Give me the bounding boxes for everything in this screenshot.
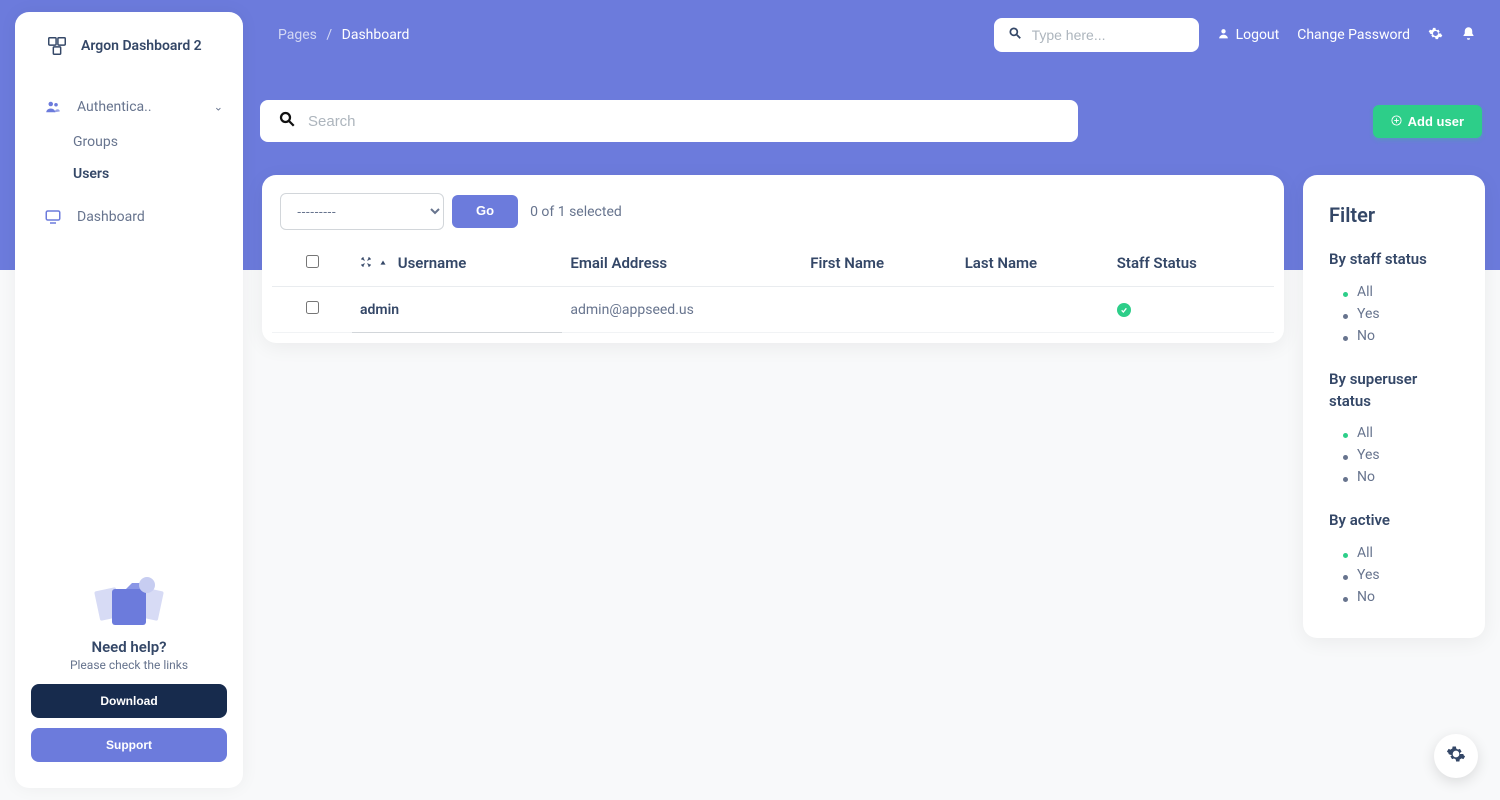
sidebar-item-label: Dashboard: [77, 209, 145, 225]
filter-option[interactable]: Yes: [1343, 303, 1459, 325]
filter-option[interactable]: All: [1343, 281, 1459, 303]
filter-option[interactable]: Yes: [1343, 564, 1459, 586]
bell-icon[interactable]: [1461, 26, 1476, 45]
top-search-input[interactable]: [1032, 27, 1185, 43]
table-row[interactable]: admin admin@appseed.us: [272, 287, 1274, 333]
bulk-action-row: --------- Go 0 of 1 selected: [272, 193, 1274, 240]
help-title: Need help?: [31, 638, 227, 656]
filter-group-active: By active All Yes No: [1329, 510, 1459, 608]
row-checkbox[interactable]: [306, 301, 319, 314]
sidebar-help: Need help? Please check the links Downlo…: [15, 570, 243, 788]
filter-group-label: By staff status: [1329, 249, 1459, 271]
sort-asc-icon: [378, 254, 388, 272]
support-button[interactable]: Support: [31, 728, 227, 762]
filter-group-label: By active: [1329, 510, 1459, 532]
help-illustration-icon: [89, 570, 169, 630]
filter-option[interactable]: No: [1343, 586, 1459, 608]
top-search[interactable]: [994, 18, 1199, 52]
plus-icon: [1391, 114, 1402, 129]
select-all-header: [272, 240, 352, 287]
filter-option[interactable]: No: [1343, 325, 1459, 347]
search-icon: [278, 110, 296, 132]
go-button[interactable]: Go: [452, 195, 518, 228]
settings-icon[interactable]: [1428, 26, 1443, 45]
sidebar-item-dashboard[interactable]: Dashboard: [23, 198, 235, 236]
cell-username[interactable]: admin: [352, 287, 562, 333]
check-circle-icon: [1117, 303, 1131, 317]
logout-label: Logout: [1236, 27, 1280, 43]
filter-group-superuser-status: By superuser status All Yes No: [1329, 369, 1459, 489]
filter-title: Filter: [1329, 203, 1459, 227]
col-last-name[interactable]: Last Name: [957, 240, 1109, 287]
search-icon: [1008, 26, 1022, 44]
breadcrumb-current: Dashboard: [342, 27, 410, 43]
bulk-action-select[interactable]: ---------: [280, 193, 444, 230]
settings-fab[interactable]: [1434, 734, 1478, 778]
users-group-icon: [41, 98, 65, 116]
users-table: Username Email Address First Name Last N…: [272, 240, 1274, 333]
table-card: --------- Go 0 of 1 selected: [262, 175, 1284, 343]
col-username[interactable]: Username: [352, 240, 562, 287]
col-staff-status[interactable]: Staff Status: [1109, 240, 1274, 287]
cell-last-name: [957, 287, 1109, 333]
filter-group-staff-status: By staff status All Yes No: [1329, 249, 1459, 347]
filter-option[interactable]: All: [1343, 542, 1459, 564]
chevron-down-icon: ⌄: [214, 101, 223, 114]
selection-count: 0 of 1 selected: [530, 204, 622, 220]
sidebar-item-users[interactable]: Users: [73, 158, 235, 190]
sidebar-subnav: Groups Users: [23, 126, 235, 190]
main-search[interactable]: [260, 100, 1078, 142]
download-button[interactable]: Download: [31, 684, 227, 718]
brand-logo-icon: [45, 34, 69, 58]
filter-group-label: By superuser status: [1329, 369, 1459, 413]
filter-option[interactable]: No: [1343, 466, 1459, 488]
sidebar-item-label: Authentica..: [77, 99, 152, 115]
monitor-icon: [41, 208, 65, 226]
col-email[interactable]: Email Address: [562, 240, 802, 287]
cell-email: admin@appseed.us: [562, 287, 802, 333]
sidebar-nav: Authentica.. ⌄ Groups Users Dashboard: [15, 88, 243, 570]
logout-link[interactable]: Logout: [1217, 27, 1280, 44]
topbar: Pages / Dashboard Logout Change Password: [278, 18, 1476, 52]
filter-option[interactable]: Yes: [1343, 444, 1459, 466]
search-row: Add user: [260, 100, 1482, 142]
breadcrumb-separator: /: [326, 27, 332, 43]
breadcrumb-root[interactable]: Pages: [278, 27, 317, 43]
add-user-button[interactable]: Add user: [1373, 105, 1482, 138]
select-all-checkbox[interactable]: [306, 255, 319, 268]
change-password-link[interactable]: Change Password: [1297, 27, 1410, 43]
table-header-row: Username Email Address First Name Last N…: [272, 240, 1274, 287]
breadcrumb: Pages / Dashboard: [278, 27, 409, 43]
sidebar: Argon Dashboard 2 Authentica.. ⌄ Groups …: [15, 12, 243, 788]
sidebar-item-authentication[interactable]: Authentica.. ⌄: [23, 88, 235, 126]
expand-icon: [360, 254, 372, 272]
help-subtitle: Please check the links: [31, 658, 227, 672]
topbar-right: Logout Change Password: [994, 18, 1476, 52]
col-first-name[interactable]: First Name: [802, 240, 956, 287]
row-select-cell: [272, 287, 352, 333]
user-icon: [1217, 27, 1230, 44]
add-user-label: Add user: [1408, 114, 1464, 129]
main-search-input[interactable]: [308, 113, 1060, 130]
filter-option[interactable]: All: [1343, 422, 1459, 444]
cell-staff-status: [1109, 287, 1274, 333]
brand[interactable]: Argon Dashboard 2: [15, 12, 243, 88]
sidebar-item-groups[interactable]: Groups: [73, 126, 235, 158]
cell-first-name: [802, 287, 956, 333]
brand-name: Argon Dashboard 2: [81, 38, 202, 54]
filter-card: Filter By staff status All Yes No By sup…: [1303, 175, 1485, 638]
gear-icon: [1446, 744, 1466, 768]
